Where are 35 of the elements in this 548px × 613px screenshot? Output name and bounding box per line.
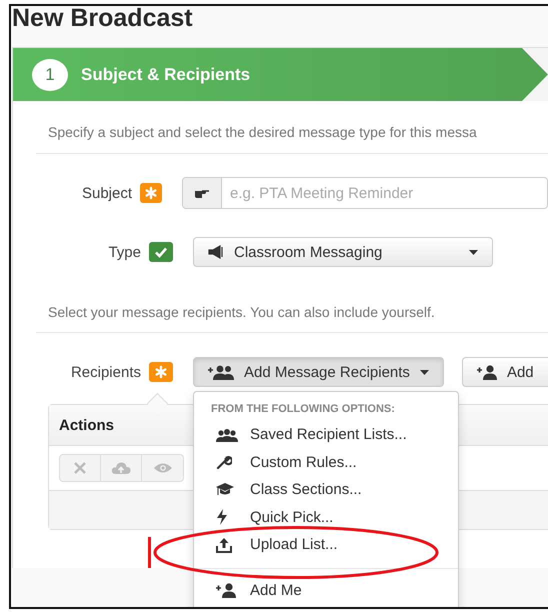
megaphone-icon	[208, 245, 224, 259]
add-recipients-button[interactable]: Add Message Recipients	[193, 357, 444, 387]
graduation-cap-icon	[216, 482, 234, 497]
menu-item[interactable]: Saved Recipient Lists...	[194, 421, 458, 448]
menu-item[interactable]: Upload List...	[194, 531, 458, 558]
field-label: Type	[107, 244, 141, 260]
cloud-upload-icon	[111, 461, 131, 475]
step-title: Subject & Recipients	[81, 64, 250, 84]
recipients-hint: Select your message recipients. You can also include yourself.	[47, 303, 436, 321]
menu-header: FROM THE FOLLOWING OPTIONS:	[210, 402, 396, 417]
wrench-icon	[216, 454, 232, 470]
eye-icon	[152, 462, 172, 474]
subject-input[interactable]: e.g. PTA Meeting Reminder	[182, 177, 548, 209]
user-plus-icon	[216, 582, 236, 598]
bolt-icon	[216, 509, 228, 526]
column-header: Actions	[59, 416, 114, 434]
caret-icon	[420, 370, 429, 374]
step-arrow-icon	[522, 48, 548, 101]
users-plus-icon	[208, 364, 234, 380]
step-number: 1	[32, 58, 68, 90]
add-button[interactable]: Add	[462, 357, 548, 387]
menu-item[interactable]: Custom Rules...	[194, 448, 458, 476]
users-icon	[216, 428, 238, 442]
upload-icon	[216, 536, 232, 553]
pointing-hand-icon	[194, 187, 210, 199]
caret-icon	[469, 250, 478, 254]
menu-item[interactable]: Add Me	[194, 576, 458, 604]
page-title: New Broadcast	[12, 6, 194, 34]
user-plus-icon	[476, 364, 497, 380]
subject-hint: Specify a subject and select the desired message type for this messa	[47, 123, 478, 141]
type-select[interactable]: Classroom Messaging	[193, 237, 493, 267]
close-icon	[74, 462, 86, 474]
field-label: Subject	[80, 184, 132, 202]
field-label: Recipients	[70, 364, 141, 380]
menu-item[interactable]: Class Sections...	[194, 476, 458, 504]
